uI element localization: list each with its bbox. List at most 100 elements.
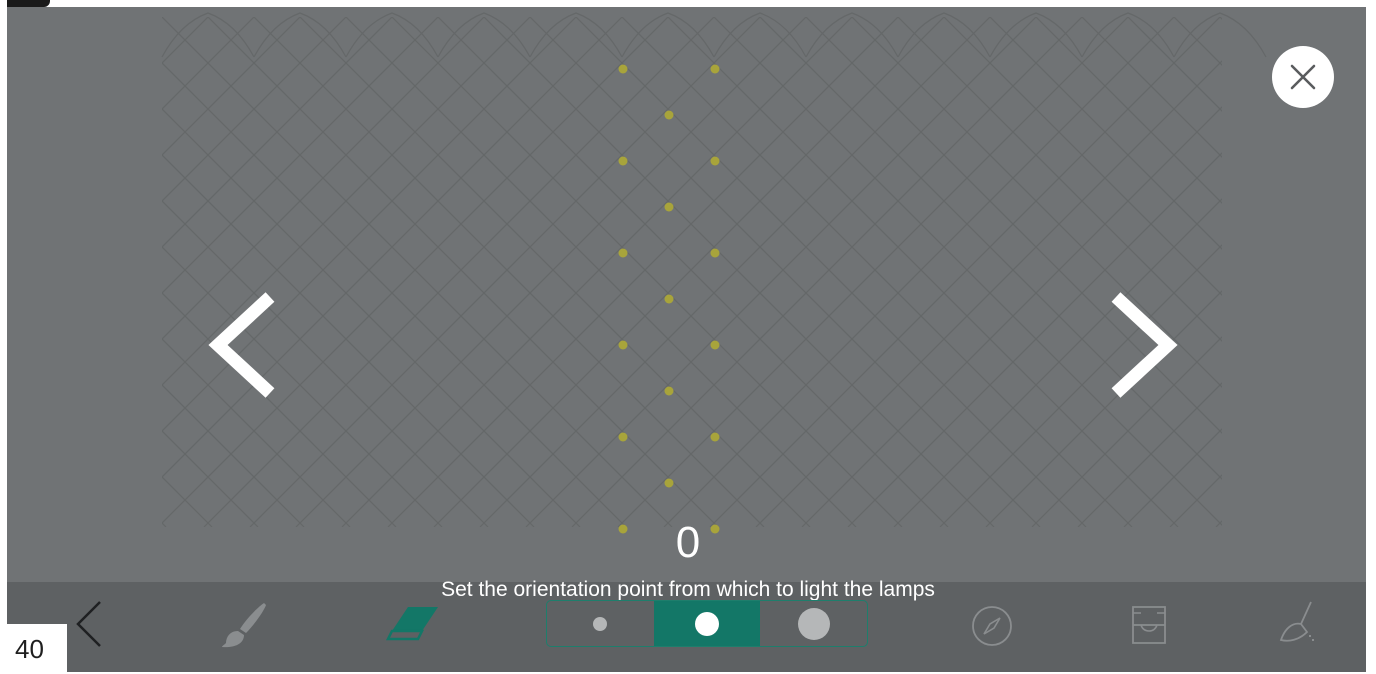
lamp[interactable] <box>618 248 628 258</box>
lamp[interactable] <box>664 202 674 212</box>
top-edge <box>0 0 1376 7</box>
compass-tool-button[interactable] <box>970 604 1014 648</box>
lamp[interactable] <box>664 386 674 396</box>
lamp[interactable] <box>664 110 674 120</box>
close-button[interactable] <box>1272 46 1334 108</box>
lamp[interactable] <box>618 64 628 74</box>
grid-arc <box>897 12 991 58</box>
grid-line <box>1354 17 1366 527</box>
grid-line <box>162 338 351 527</box>
grid-line <box>1358 17 1366 527</box>
grid-line <box>203 17 715 527</box>
grid-line <box>162 292 397 527</box>
lamp[interactable] <box>710 340 720 350</box>
grid-line <box>249 17 761 527</box>
top-corner <box>0 0 50 7</box>
grid-line <box>1127 17 1222 112</box>
grid-arc <box>161 12 255 58</box>
grid-line <box>345 17 857 527</box>
grid-line <box>299 17 811 527</box>
grid-arc <box>345 12 439 58</box>
grid-line <box>391 17 903 527</box>
eraser-tool-button[interactable] <box>385 603 442 645</box>
chevron-right-icon <box>1111 292 1178 398</box>
grid-line <box>525 17 1037 527</box>
grid-line <box>801 106 1222 527</box>
lit-lamps <box>618 64 720 534</box>
brush-size-selector <box>546 600 868 647</box>
grid-line <box>207 17 719 527</box>
grid-line <box>295 17 807 527</box>
grid-line <box>341 17 853 527</box>
grid-line <box>162 62 627 527</box>
grid-line <box>162 17 255 110</box>
lamp[interactable] <box>710 432 720 442</box>
grid-arc <box>1081 12 1175 58</box>
grid-arc <box>437 12 531 58</box>
size-medium-dot <box>695 611 719 636</box>
next-button[interactable] <box>1096 285 1186 405</box>
grid-line <box>162 17 393 248</box>
brush-tool-button[interactable] <box>218 601 270 649</box>
grid-line <box>162 17 439 294</box>
grid-line <box>162 430 259 527</box>
grid-line <box>162 154 535 527</box>
grid-line <box>162 17 623 478</box>
left-edge <box>0 0 7 672</box>
chevron-left-icon <box>208 292 275 398</box>
size-medium-option[interactable] <box>653 601 761 646</box>
grid-line <box>162 17 669 524</box>
eraser-icon <box>385 607 438 641</box>
grid-line <box>162 17 531 386</box>
grid-line <box>759 17 1222 480</box>
grid-line <box>162 384 305 527</box>
grid-line <box>7 17 120 527</box>
grid-line <box>162 17 347 202</box>
previous-button[interactable] <box>200 285 290 405</box>
grid-line <box>162 17 577 432</box>
grid-line <box>663 17 1175 527</box>
grid-line <box>162 17 673 527</box>
grid-line <box>7 17 116 527</box>
grid-arc <box>529 12 623 58</box>
size-large-option[interactable] <box>760 601 867 646</box>
lamp[interactable] <box>664 478 674 488</box>
chevron-left-icon <box>76 601 101 647</box>
broom-tool-button[interactable] <box>1275 600 1319 646</box>
grid-lines <box>7 17 1366 527</box>
lit-lamp-counter: 0 <box>675 518 701 567</box>
grid-arc <box>253 12 347 58</box>
compass-icon <box>972 606 1012 646</box>
lamp[interactable] <box>618 340 628 350</box>
close-icon <box>1290 64 1316 90</box>
grid-arc <box>805 12 899 58</box>
lamp[interactable] <box>618 156 628 166</box>
grid-line <box>7 17 70 527</box>
grid-line <box>162 108 581 527</box>
lamp[interactable] <box>710 248 720 258</box>
tray-tool-button[interactable] <box>1127 603 1171 647</box>
grid-line <box>162 200 489 527</box>
grid-arc <box>989 12 1083 58</box>
grid-arc <box>621 12 715 58</box>
back-button[interactable] <box>70 598 110 650</box>
grid-line <box>253 17 765 527</box>
size-large-dot <box>797 607 830 640</box>
grid-line <box>162 17 301 156</box>
lamp[interactable] <box>618 432 628 442</box>
grid-line <box>617 17 1129 527</box>
grid-line <box>667 17 1179 527</box>
grid-line <box>709 17 1221 527</box>
lamp[interactable] <box>664 294 674 304</box>
size-small-option[interactable] <box>547 601 654 646</box>
grid-arc <box>713 12 807 58</box>
lamp[interactable] <box>710 64 720 74</box>
lamp[interactable] <box>710 156 720 166</box>
grid-line <box>575 17 1087 527</box>
grid-line <box>162 17 163 18</box>
grid-line <box>805 17 1222 434</box>
brush-icon <box>222 603 266 648</box>
corner-number: 40 <box>7 624 67 672</box>
tray-icon <box>1132 606 1166 644</box>
right-edge <box>1366 0 1376 672</box>
